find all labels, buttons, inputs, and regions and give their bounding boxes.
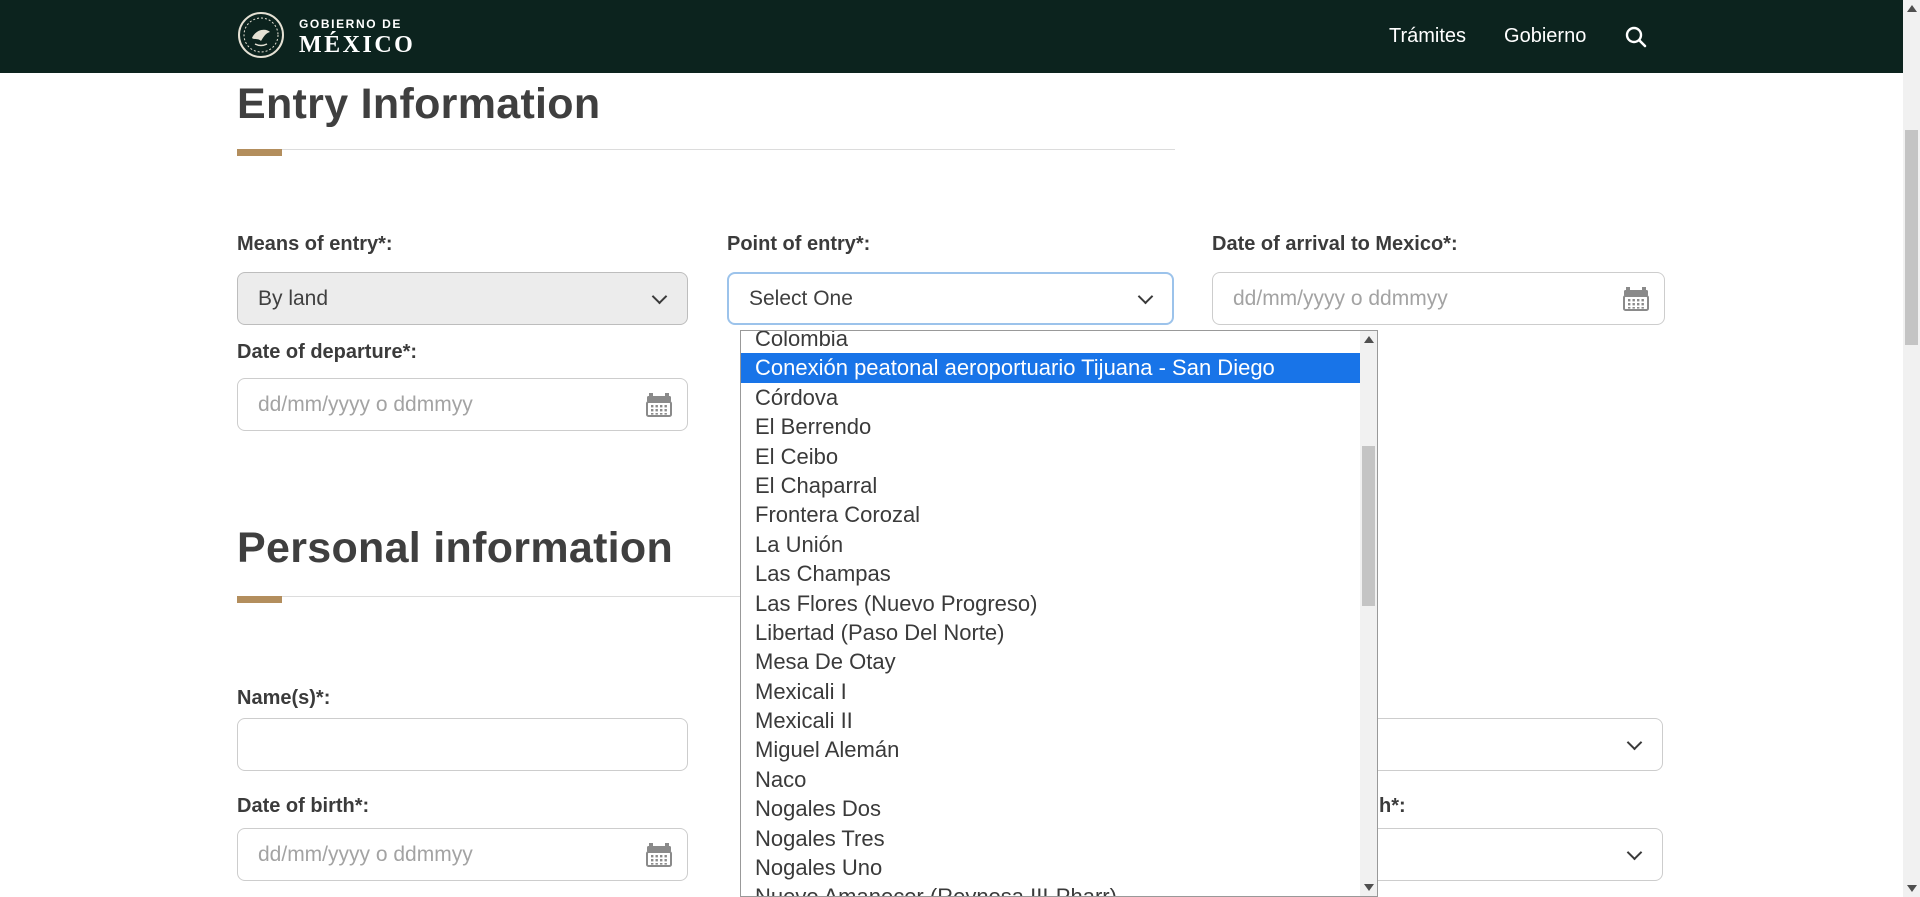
page-scrollbar-thumb[interactable] <box>1905 130 1918 345</box>
date-departure-label: Date of departure*: <box>237 341 417 364</box>
point-of-entry-value: Select One <box>749 287 853 311</box>
dropdown-option[interactable]: Las Champas <box>741 559 1360 588</box>
entry-section-divider <box>237 149 1175 150</box>
date-arrival-label: Date of arrival to Mexico*: <box>1212 233 1458 256</box>
dropdown-option[interactable]: Mesa De Otay <box>741 647 1360 676</box>
names-label: Name(s)*: <box>237 687 330 710</box>
dropdown-option[interactable]: El Chaparral <box>741 471 1360 500</box>
personal-information-title: Personal information <box>237 524 673 573</box>
dropdown-option[interactable]: Naco <box>741 765 1360 794</box>
dropdown-option[interactable]: Miguel Alemán <box>741 735 1360 764</box>
entry-section-accent-bar <box>237 149 282 156</box>
means-of-entry-select[interactable]: By land <box>237 272 688 325</box>
label-fragment-right: h*: <box>1379 795 1406 818</box>
header-nav: Trámites Gobierno <box>1389 0 1648 73</box>
dropdown-scrollbar-thumb[interactable] <box>1362 446 1375 606</box>
scroll-up-icon[interactable] <box>1903 0 1920 17</box>
date-birth-input[interactable] <box>237 828 688 881</box>
personal-section-accent-bar <box>237 596 282 603</box>
chevron-down-icon <box>1138 289 1154 305</box>
nav-link-gobierno[interactable]: Gobierno <box>1504 25 1586 48</box>
point-of-entry-dropdown: ColombiaConexión peatonal aeroportuario … <box>740 330 1378 897</box>
names-input[interactable] <box>237 718 688 771</box>
date-birth-label: Date of birth*: <box>237 795 369 818</box>
chevron-down-icon <box>1627 845 1643 861</box>
gobierno-mexico-logo[interactable]: GOBIERNO DE MÉXICO <box>237 11 415 64</box>
dropdown-option[interactable]: Las Flores (Nuevo Progreso) <box>741 589 1360 618</box>
point-of-entry-select[interactable]: Select One <box>727 272 1174 325</box>
dropdown-option[interactable]: Conexión peatonal aeroportuario Tijuana … <box>741 353 1360 382</box>
dropdown-option[interactable]: Colombia <box>741 330 1360 353</box>
dropdown-option[interactable]: Mexicali II <box>741 706 1360 735</box>
brand-line1: GOBIERNO DE <box>299 17 415 31</box>
dropdown-option[interactable]: Mexicali I <box>741 677 1360 706</box>
scroll-down-icon[interactable] <box>1903 880 1920 897</box>
dropdown-option[interactable]: El Berrendo <box>741 412 1360 441</box>
point-of-entry-label: Point of entry*: <box>727 233 870 256</box>
chevron-down-icon <box>1627 735 1643 751</box>
search-icon[interactable] <box>1624 25 1648 49</box>
dropdown-option[interactable]: Libertad (Paso Del Norte) <box>741 618 1360 647</box>
dropdown-scrollbar[interactable] <box>1360 331 1377 896</box>
mexico-seal-icon <box>237 11 285 64</box>
dropdown-option[interactable]: Córdova <box>741 383 1360 412</box>
dropdown-option[interactable]: Nogales Dos <box>741 794 1360 823</box>
scroll-down-icon[interactable] <box>1360 879 1377 896</box>
dropdown-option[interactable]: La Unión <box>741 530 1360 559</box>
dropdown-option-list: ColombiaConexión peatonal aeroportuario … <box>741 330 1360 897</box>
dropdown-option[interactable]: Nuevo Amanecer (Reynosa III-Pharr) <box>741 882 1360 897</box>
means-of-entry-value: By land <box>258 287 328 311</box>
dropdown-option[interactable]: El Ceibo <box>741 442 1360 471</box>
means-of-entry-label: Means of entry*: <box>237 233 393 256</box>
gobierno-mexico-header: GOBIERNO DE MÉXICO Trámites Gobierno <box>0 0 1920 73</box>
entry-information-title: Entry Information <box>237 80 600 129</box>
chevron-down-icon <box>652 289 668 305</box>
dropdown-option[interactable]: Nogales Tres <box>741 824 1360 853</box>
dropdown-option[interactable]: Nogales Uno <box>741 853 1360 882</box>
nav-link-tramites[interactable]: Trámites <box>1389 25 1466 48</box>
date-departure-input[interactable] <box>237 378 688 431</box>
immigration-form-page: GOBIERNO DE MÉXICO Trámites Gobierno Ent… <box>0 0 1920 897</box>
brand-line2: MÉXICO <box>299 32 415 59</box>
dropdown-option[interactable]: Frontera Corozal <box>741 500 1360 529</box>
scroll-up-icon[interactable] <box>1360 331 1377 348</box>
page-scrollbar[interactable] <box>1903 0 1920 897</box>
date-arrival-input[interactable] <box>1212 272 1665 325</box>
